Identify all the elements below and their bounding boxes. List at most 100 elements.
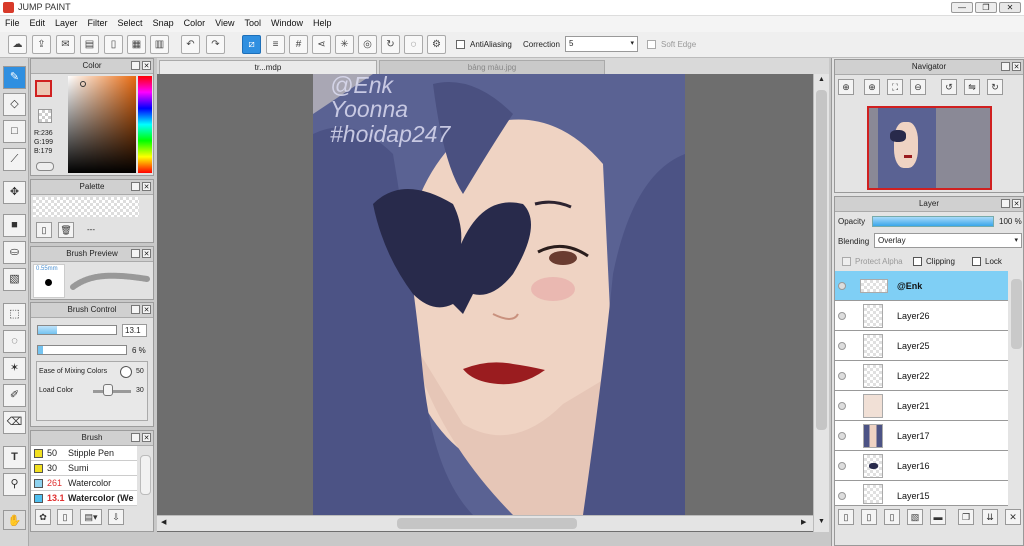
color-mode-toggle[interactable]	[36, 162, 54, 171]
brush-list-item-selected[interactable]: 13.1 Watercolor (We	[31, 491, 137, 506]
new-8bit-layer-icon[interactable]: ▯	[861, 509, 877, 525]
duplicate-layer-icon[interactable]: ❐	[958, 509, 974, 525]
menu-edit[interactable]: Edit	[25, 16, 51, 28]
undo-icon[interactable]: ↶	[181, 35, 200, 54]
detach-icon[interactable]	[131, 182, 140, 191]
brush-list-item[interactable]: 261 Watercolor	[31, 476, 137, 491]
line-tool-icon[interactable]: ⟋	[3, 148, 26, 171]
parallel-snap-icon[interactable]: ≡	[266, 35, 285, 54]
close-icon[interactable]: ✕	[142, 305, 151, 314]
correction-select[interactable]: 5 ▾	[565, 36, 638, 52]
scroll-right-icon[interactable]: ▶	[801, 518, 806, 526]
scroll-left-icon[interactable]: ◀	[161, 518, 166, 526]
detach-icon[interactable]	[1001, 62, 1010, 71]
fill-shape-tool-icon[interactable]: ■	[3, 214, 26, 237]
eye-icon[interactable]	[838, 342, 846, 350]
eye-icon[interactable]	[838, 312, 846, 320]
page-icon[interactable]: ▤	[80, 35, 99, 54]
brush-list-item[interactable]: 30 Sumi	[31, 461, 137, 476]
layout-icon[interactable]: ▥	[150, 35, 169, 54]
brush-size-value[interactable]: 13.1	[122, 324, 147, 337]
close-icon[interactable]: ✕	[142, 433, 151, 442]
layer-row[interactable]: Layer15	[835, 481, 1008, 506]
menu-view[interactable]: View	[210, 16, 239, 28]
mixing-dial[interactable]	[120, 366, 132, 378]
hand-tool-icon[interactable]: ✋	[3, 510, 26, 530]
layer-row[interactable]: Layer21	[835, 391, 1008, 421]
rotate-left-icon[interactable]: ↺	[941, 79, 957, 95]
soft-edge-checkbox[interactable]	[647, 40, 656, 49]
eraser-tool-icon[interactable]: ◇	[3, 93, 26, 116]
shape-snap-icon[interactable]: ◌	[404, 35, 423, 54]
select-eraser-tool-icon[interactable]: ⌫	[3, 411, 26, 434]
clipping-checkbox[interactable]	[913, 257, 922, 266]
blending-select[interactable]: Overlay ▾	[874, 233, 1022, 248]
foreground-color-swatch[interactable]	[35, 80, 52, 97]
brush-opacity-slider[interactable]	[37, 345, 127, 355]
close-icon[interactable]: ✕	[142, 182, 151, 191]
layer-opacity-slider[interactable]	[872, 216, 994, 227]
menu-window[interactable]: Window	[266, 16, 308, 28]
tab-document-2[interactable]: bảng màu.jpg	[379, 60, 605, 74]
eyedropper-tool-icon[interactable]: ⚲	[3, 473, 26, 496]
menu-layer[interactable]: Layer	[50, 16, 83, 28]
protect-alpha-checkbox[interactable]	[842, 257, 851, 266]
delete-layer-icon[interactable]: ✕	[1005, 509, 1021, 525]
zoom-in-icon[interactable]: ⊕	[864, 79, 880, 95]
snap-settings-icon[interactable]: ⚙	[427, 35, 446, 54]
brush-menu-icon[interactable]: ▤▾	[80, 509, 102, 525]
layer-row[interactable]: Layer26	[835, 301, 1008, 331]
delete-palette-icon[interactable]: 🗑	[58, 222, 74, 238]
detach-icon[interactable]	[131, 61, 140, 70]
eye-icon[interactable]	[838, 462, 846, 470]
close-button[interactable]: ✕	[999, 2, 1021, 13]
grid-snap-icon[interactable]: #	[289, 35, 308, 54]
rectangle-tool-icon[interactable]: □	[3, 120, 26, 143]
scroll-up-icon[interactable]: ▲	[816, 76, 827, 87]
detach-icon[interactable]	[1001, 199, 1010, 208]
circle-snap-icon[interactable]: ◎	[358, 35, 377, 54]
transparent-swatch[interactable]	[38, 109, 52, 123]
detach-icon[interactable]	[131, 249, 140, 258]
zoom-out-icon[interactable]: ⊖	[910, 79, 926, 95]
artwork-canvas[interactable]: @Enk Yoonna #hoidap247	[313, 74, 685, 515]
minimize-button[interactable]: —	[951, 2, 973, 13]
new-folder-icon[interactable]: ▬	[930, 509, 946, 525]
document-icon[interactable]: ▯	[104, 35, 123, 54]
horizontal-scroll-thumb[interactable]	[397, 518, 577, 529]
brush-size-slider[interactable]	[37, 325, 117, 335]
close-icon[interactable]: ✕	[1012, 199, 1021, 208]
menu-file[interactable]: File	[0, 16, 25, 28]
menu-color[interactable]: Color	[179, 16, 211, 28]
layer-row[interactable]: Layer16	[835, 451, 1008, 481]
maximize-button[interactable]: ❐	[975, 2, 997, 13]
canvas-horizontal-scrollbar[interactable]: ◀ ▶	[157, 515, 813, 531]
new-1bit-layer-icon[interactable]: ▯	[884, 509, 900, 525]
layer-row[interactable]: Layer17	[835, 421, 1008, 451]
detach-icon[interactable]	[131, 305, 140, 314]
eye-icon[interactable]	[838, 282, 846, 290]
picker-cursor[interactable]	[80, 81, 86, 87]
eye-icon[interactable]	[838, 402, 846, 410]
cloud-icon[interactable]: ☁	[8, 35, 27, 54]
scroll-down-icon[interactable]: ▼	[816, 518, 827, 529]
merge-layer-icon[interactable]: ⇊	[982, 509, 998, 525]
bucket-tool-icon[interactable]: ⛀	[3, 241, 26, 264]
magic-wand-tool-icon[interactable]: ✶	[3, 357, 26, 380]
canvas-vertical-scrollbar[interactable]: ▲ ▼	[813, 74, 829, 532]
perspective-snap-icon[interactable]: ⋖	[312, 35, 331, 54]
layer-row[interactable]: Layer25	[835, 331, 1008, 361]
eye-icon[interactable]	[838, 492, 846, 500]
tab-document-1[interactable]: tr...mdp	[159, 60, 377, 74]
fit-window-icon[interactable]: ⛶	[887, 79, 903, 95]
eye-icon[interactable]	[838, 372, 846, 380]
lock-checkbox[interactable]	[972, 257, 981, 266]
vertical-scroll-thumb[interactable]	[816, 90, 827, 430]
brush-list-item[interactable]: 50 Stipple Pen	[31, 446, 137, 461]
hue-slider[interactable]	[138, 76, 152, 173]
saturation-value-picker[interactable]	[68, 76, 136, 173]
new-brush-icon[interactable]: ▯	[57, 509, 73, 525]
radial-snap-icon[interactable]: ✳	[335, 35, 354, 54]
close-icon[interactable]: ✕	[1012, 62, 1021, 71]
rotate-right-icon[interactable]: ↻	[987, 79, 1003, 95]
